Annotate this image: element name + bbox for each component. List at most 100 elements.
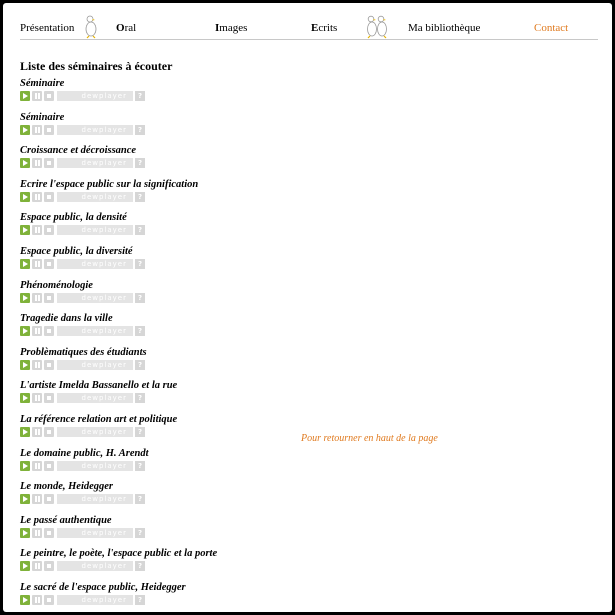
nav-contact[interactable]: Contact (534, 22, 568, 34)
pause-icon[interactable] (32, 91, 42, 101)
stop-icon[interactable] (44, 326, 54, 337)
stop-icon[interactable] (44, 292, 54, 303)
stop-icon[interactable] (44, 158, 54, 169)
help-icon[interactable]: ? (135, 359, 145, 370)
player-progress-bar[interactable]: dewplayer (57, 91, 133, 101)
play-icon[interactable] (20, 393, 30, 404)
player-progress-bar[interactable]: dewplayer (57, 393, 133, 404)
pause-icon[interactable] (32, 326, 42, 337)
pause-icon[interactable] (32, 494, 42, 505)
play-icon[interactable] (20, 91, 30, 101)
nav-ma-bibliotheque[interactable]: Ma bibliothèque (408, 22, 480, 34)
help-icon[interactable]: ? (135, 292, 145, 303)
player-progress-bar[interactable]: dewplayer (57, 259, 133, 269)
player-progress-bar[interactable]: dewplayer (57, 561, 133, 572)
dewplayer: dewplayer? (20, 158, 152, 169)
nav-ecrits[interactable]: Ecrits (311, 22, 337, 34)
pause-icon[interactable] (32, 124, 42, 135)
player-progress-bar[interactable]: dewplayer (57, 124, 133, 135)
back-to-top-link[interactable]: Pour retourner en haut de la page (301, 433, 438, 444)
player-progress-bar[interactable]: dewplayer (57, 158, 133, 169)
seminar-title: Le passé authentique (20, 514, 112, 526)
nav-presentation[interactable]: Présentation (20, 22, 74, 34)
help-icon[interactable]: ? (135, 326, 145, 337)
player-progress-bar[interactable]: dewplayer (57, 225, 133, 236)
stop-icon[interactable] (44, 191, 54, 202)
stop-icon[interactable] (44, 124, 54, 135)
play-icon[interactable] (20, 292, 30, 303)
play-icon[interactable] (20, 191, 30, 202)
stop-icon[interactable] (44, 91, 54, 101)
list-heading: Liste des séminaires à écouter (20, 59, 173, 73)
help-icon[interactable]: ? (135, 158, 145, 169)
pause-icon[interactable] (32, 460, 42, 471)
nav-oral[interactable]: Oral (116, 22, 136, 34)
help-icon[interactable]: ? (135, 91, 145, 101)
play-icon[interactable] (20, 359, 30, 370)
pause-icon[interactable] (32, 561, 42, 572)
play-icon[interactable] (20, 158, 30, 169)
stop-icon[interactable] (44, 527, 54, 538)
pause-icon[interactable] (32, 259, 42, 269)
stop-icon[interactable] (44, 393, 54, 404)
pause-icon[interactable] (32, 191, 42, 202)
help-icon[interactable]: ? (135, 124, 145, 135)
stop-icon[interactable] (44, 359, 54, 370)
play-icon[interactable] (20, 460, 30, 471)
stop-icon[interactable] (44, 460, 54, 471)
dewplayer: dewplayer? (20, 91, 152, 101)
play-icon[interactable] (20, 595, 30, 605)
play-icon[interactable] (20, 527, 30, 538)
pause-icon[interactable] (32, 527, 42, 538)
help-icon[interactable]: ? (135, 494, 145, 505)
nav-images[interactable]: Images (215, 22, 247, 34)
stop-icon[interactable] (44, 259, 54, 269)
pause-icon[interactable] (32, 158, 42, 169)
help-icon[interactable]: ? (135, 427, 145, 437)
seminar-item: Croissance et décroissance dewplayer? (20, 145, 400, 179)
player-progress-bar[interactable]: dewplayer (57, 326, 133, 337)
play-icon[interactable] (20, 225, 30, 236)
seminar-item: Le monde, Heidegger dewplayer? (20, 481, 400, 515)
help-icon[interactable]: ? (135, 259, 145, 269)
seminar-item: Séminaire dewplayer? (20, 78, 400, 112)
stop-icon[interactable] (44, 494, 54, 505)
help-icon[interactable]: ? (135, 561, 145, 572)
stop-icon[interactable] (44, 595, 54, 605)
player-progress-bar[interactable]: dewplayer (57, 292, 133, 303)
player-progress-bar[interactable]: dewplayer (57, 191, 133, 202)
stop-icon[interactable] (44, 225, 54, 236)
seminar-item: Espace public, la diversité dewplayer? (20, 246, 400, 280)
play-icon[interactable] (20, 427, 30, 437)
play-icon[interactable] (20, 259, 30, 269)
help-icon[interactable]: ? (135, 191, 145, 202)
seminar-title: Croissance et décroissance (20, 145, 137, 157)
dewplayer: dewplayer? (20, 460, 152, 471)
help-icon[interactable]: ? (135, 595, 145, 605)
play-icon[interactable] (20, 124, 30, 135)
pause-icon[interactable] (32, 595, 42, 605)
pause-icon[interactable] (32, 427, 42, 437)
player-progress-bar[interactable]: dewplayer (57, 494, 133, 505)
player-progress-bar[interactable]: dewplayer (57, 427, 133, 437)
player-progress-bar[interactable]: dewplayer (57, 527, 133, 538)
help-icon[interactable]: ? (135, 393, 145, 404)
seminar-title: Problèmatiques des étudiants (20, 346, 147, 358)
stop-icon[interactable] (44, 561, 54, 572)
player-progress-bar[interactable]: dewplayer (57, 595, 133, 605)
pause-icon[interactable] (32, 359, 42, 370)
page: Présentation Oral Images Ecrits Ma bibli… (3, 3, 612, 612)
stop-icon[interactable] (44, 427, 54, 437)
pause-icon[interactable] (32, 225, 42, 236)
help-icon[interactable]: ? (135, 460, 145, 471)
seminar-title: Séminaire (20, 78, 65, 89)
play-icon[interactable] (20, 494, 30, 505)
help-icon[interactable]: ? (135, 527, 145, 538)
pause-icon[interactable] (32, 393, 42, 404)
play-icon[interactable] (20, 561, 30, 572)
player-progress-bar[interactable]: dewplayer (57, 359, 133, 370)
pause-icon[interactable] (32, 292, 42, 303)
help-icon[interactable]: ? (135, 225, 145, 236)
play-icon[interactable] (20, 326, 30, 337)
player-progress-bar[interactable]: dewplayer (57, 460, 133, 471)
